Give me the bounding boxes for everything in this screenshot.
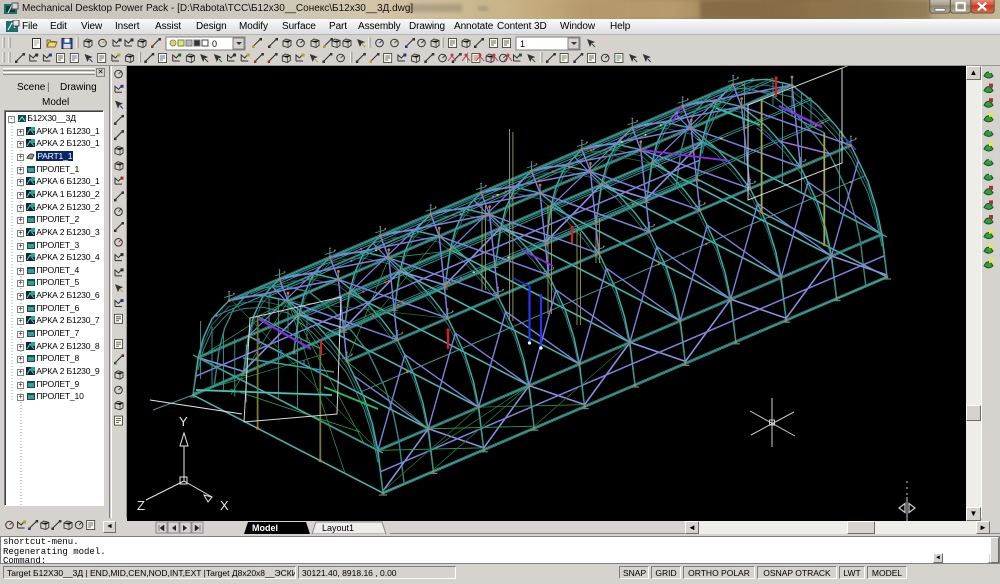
svg-text:Z: Z	[137, 498, 145, 513]
svg-text:1: 1	[520, 39, 525, 49]
svg-text:Layout1: Layout1	[322, 523, 354, 533]
svg-text:X: X	[220, 498, 229, 513]
svg-text:0: 0	[212, 39, 217, 49]
svg-text:Y: Y	[179, 414, 188, 429]
svg-text:Model: Model	[252, 523, 278, 533]
